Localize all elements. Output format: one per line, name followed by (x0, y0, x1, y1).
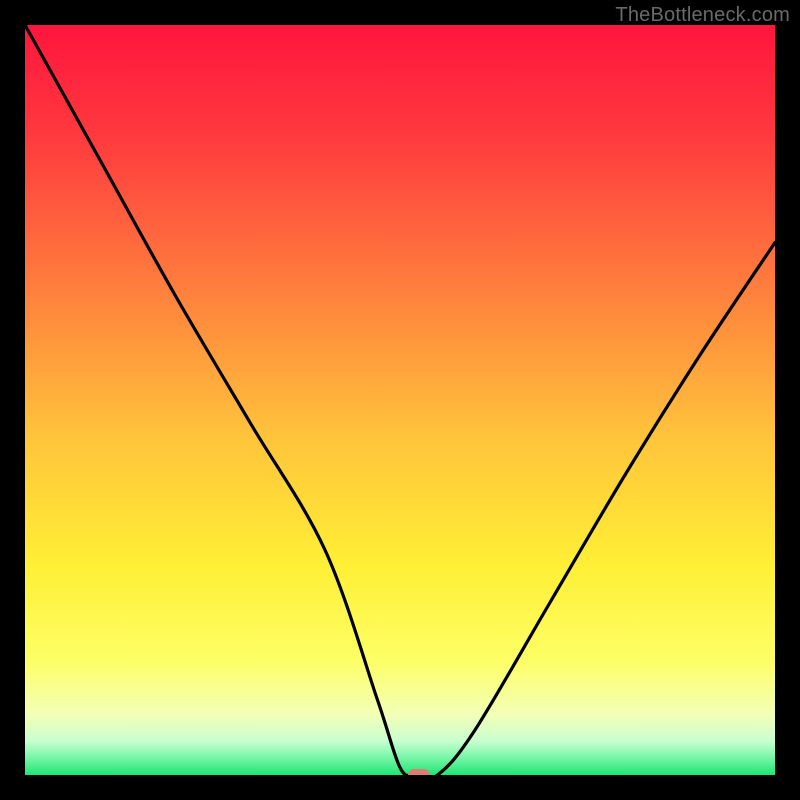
watermark-text: TheBottleneck.com (615, 4, 790, 27)
bottleneck-curve (25, 25, 775, 775)
chart-frame: TheBottleneck.com (0, 0, 800, 800)
plot-area (25, 25, 775, 775)
optimal-point-marker (408, 769, 430, 775)
